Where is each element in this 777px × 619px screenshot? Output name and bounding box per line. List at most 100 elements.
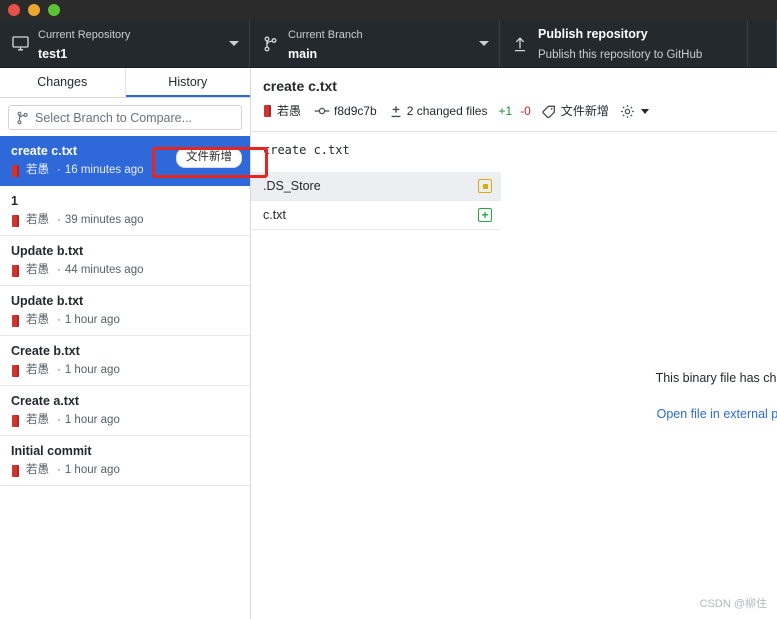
avatar — [12, 164, 19, 177]
commit-title: 1 — [11, 194, 18, 208]
commit-list-item[interactable]: 1 若愚 · 39 minutes ago — [0, 186, 250, 236]
avatar — [12, 364, 19, 377]
meta-separator: · — [57, 164, 61, 176]
commit-summary-author: 若愚 — [277, 104, 302, 118]
publish-repository-button[interactable]: Publish repository Publish this reposito… — [500, 20, 748, 67]
meta-separator: · — [57, 464, 61, 476]
tab-history-label: History — [168, 74, 208, 89]
branch-icon — [260, 36, 280, 52]
commit-title: Create b.txt — [11, 344, 80, 358]
avatar — [264, 105, 271, 117]
close-window-button[interactable] — [8, 4, 20, 16]
select-branch-to-compare-input[interactable]: Select Branch to Compare... — [8, 105, 242, 130]
current-repository-text: Current Repository test1 — [38, 24, 223, 64]
commit-title: Create a.txt — [11, 394, 80, 408]
tag-icon — [542, 105, 556, 118]
commit-summary-meta: 若愚 f8d9c7b 2 changed files +1 -0 文件新增 — [263, 103, 765, 119]
commit-author: 若愚 — [26, 314, 49, 326]
branch-icon — [16, 111, 29, 125]
current-repository-label: Current Repository — [38, 28, 131, 41]
github-desktop-window: Current Repository test1 Current Branch … — [0, 0, 777, 619]
publish-repository-text: Publish repository Publish this reposito… — [538, 24, 737, 64]
meta-separator: · — [57, 214, 61, 226]
commit-sha-icon — [314, 106, 330, 116]
toolbar-spacer — [748, 20, 777, 67]
commit-list-item[interactable]: Update b.txt 若愚 · 1 hour ago — [0, 286, 250, 336]
avatar — [12, 214, 19, 227]
meta-separator: · — [57, 364, 61, 376]
commit-meta: 若愚 · 39 minutes ago — [11, 213, 240, 228]
open-file-external-link[interactable]: Open file in external pr — [657, 407, 777, 421]
commit-time: 16 minutes ago — [64, 164, 144, 176]
commit-tag-name: 文件新增 — [560, 104, 609, 118]
compare-branch-area: Select Branch to Compare... — [0, 98, 250, 136]
commit-meta: 若愚 · 44 minutes ago — [11, 263, 240, 278]
commit-list-item[interactable]: Initial commit 若愚 · 1 hour ago — [0, 436, 250, 486]
commit-title: Update b.txt — [11, 294, 84, 308]
commit-time: 1 hour ago — [64, 314, 120, 326]
avatar — [12, 314, 19, 327]
meta-separator: · — [57, 314, 61, 326]
current-repository-value: test1 — [38, 46, 68, 61]
diff-icon — [390, 105, 402, 118]
commit-time: 1 hour ago — [64, 464, 120, 476]
tab-history[interactable]: History — [125, 68, 250, 97]
commit-list-item[interactable]: Update b.txt 若愚 · 44 minutes ago — [0, 236, 250, 286]
commit-author: 若愚 — [26, 164, 49, 176]
history-sidebar: Changes History Select Branch to Compare… — [0, 68, 251, 619]
commit-title: Initial commit — [11, 444, 92, 458]
commit-list-item[interactable]: create c.txt 若愚 · 16 minutes ago 文件新增 — [0, 136, 250, 186]
changed-file-row[interactable]: c.txt + — [251, 201, 501, 230]
commit-meta: 若愚 · 1 hour ago — [11, 363, 240, 378]
watermark: CSDN @柳住 — [699, 598, 767, 610]
additions-count: +1 — [498, 104, 513, 118]
binary-file-message: This binary file has cha — [655, 370, 777, 385]
avatar — [12, 464, 19, 477]
compare-placeholder-text: Select Branch to Compare... — [35, 110, 193, 125]
changed-file-name: .DS_Store — [263, 179, 321, 193]
commit-author: 若愚 — [26, 414, 49, 426]
diff-viewer-panel: This binary file has cha Open file in ex… — [502, 172, 777, 619]
sidebar-tabs: Changes History — [0, 68, 250, 98]
commit-list-item[interactable]: Create a.txt 若愚 · 1 hour ago — [0, 386, 250, 436]
publish-repository-subtitle: Publish this repository to GitHub — [538, 48, 703, 61]
upload-icon — [510, 36, 530, 52]
modified-dot-icon — [478, 179, 492, 193]
minimize-window-button[interactable] — [28, 4, 40, 16]
commit-sha[interactable]: f8d9c7b — [334, 103, 377, 119]
maximize-window-button[interactable] — [48, 4, 60, 16]
current-branch-value: main — [288, 46, 318, 61]
commit-author: 若愚 — [26, 214, 49, 226]
commit-message-body: create c.txt — [251, 133, 501, 172]
current-branch-text: Current Branch main — [288, 24, 473, 64]
tab-changes[interactable]: Changes — [0, 68, 126, 97]
commit-author: 若愚 — [26, 464, 49, 476]
current-branch-label: Current Branch — [288, 28, 363, 41]
meta-separator: · — [57, 414, 61, 426]
avatar — [12, 264, 19, 277]
commit-meta: 若愚 · 1 hour ago — [11, 313, 240, 328]
current-branch-button[interactable]: Current Branch main — [250, 20, 500, 67]
commit-tag-badge[interactable]: 文件新增 — [176, 148, 242, 168]
publish-repository-title: Publish repository — [538, 26, 648, 41]
commit-time: 1 hour ago — [64, 414, 120, 426]
commit-summary-title: create c.txt — [263, 78, 337, 94]
chevron-down-icon — [229, 41, 239, 46]
commit-author: 若愚 — [26, 364, 49, 376]
gear-icon[interactable] — [620, 104, 649, 119]
commit-meta: 若愚 · 1 hour ago — [11, 463, 240, 478]
window-titlebar — [0, 0, 777, 20]
changed-files-list[interactable]: .DS_Store c.txt + — [251, 172, 501, 619]
app-toolbar: Current Repository test1 Current Branch … — [0, 20, 777, 68]
commit-time: 44 minutes ago — [64, 264, 144, 276]
chevron-down-icon — [479, 41, 489, 46]
plus-icon: + — [478, 208, 492, 222]
changed-files-count: 2 changed files — [406, 104, 488, 118]
commit-list[interactable]: create c.txt 若愚 · 16 minutes ago 文件新增 1 … — [0, 136, 250, 619]
current-repository-button[interactable]: Current Repository test1 — [0, 20, 250, 67]
changed-file-row[interactable]: .DS_Store — [251, 172, 501, 201]
repository-desktop-icon — [10, 36, 30, 51]
chevron-down-icon — [640, 108, 649, 114]
deletions-count: -0 — [520, 104, 531, 118]
commit-list-item[interactable]: Create b.txt 若愚 · 1 hour ago — [0, 336, 250, 386]
